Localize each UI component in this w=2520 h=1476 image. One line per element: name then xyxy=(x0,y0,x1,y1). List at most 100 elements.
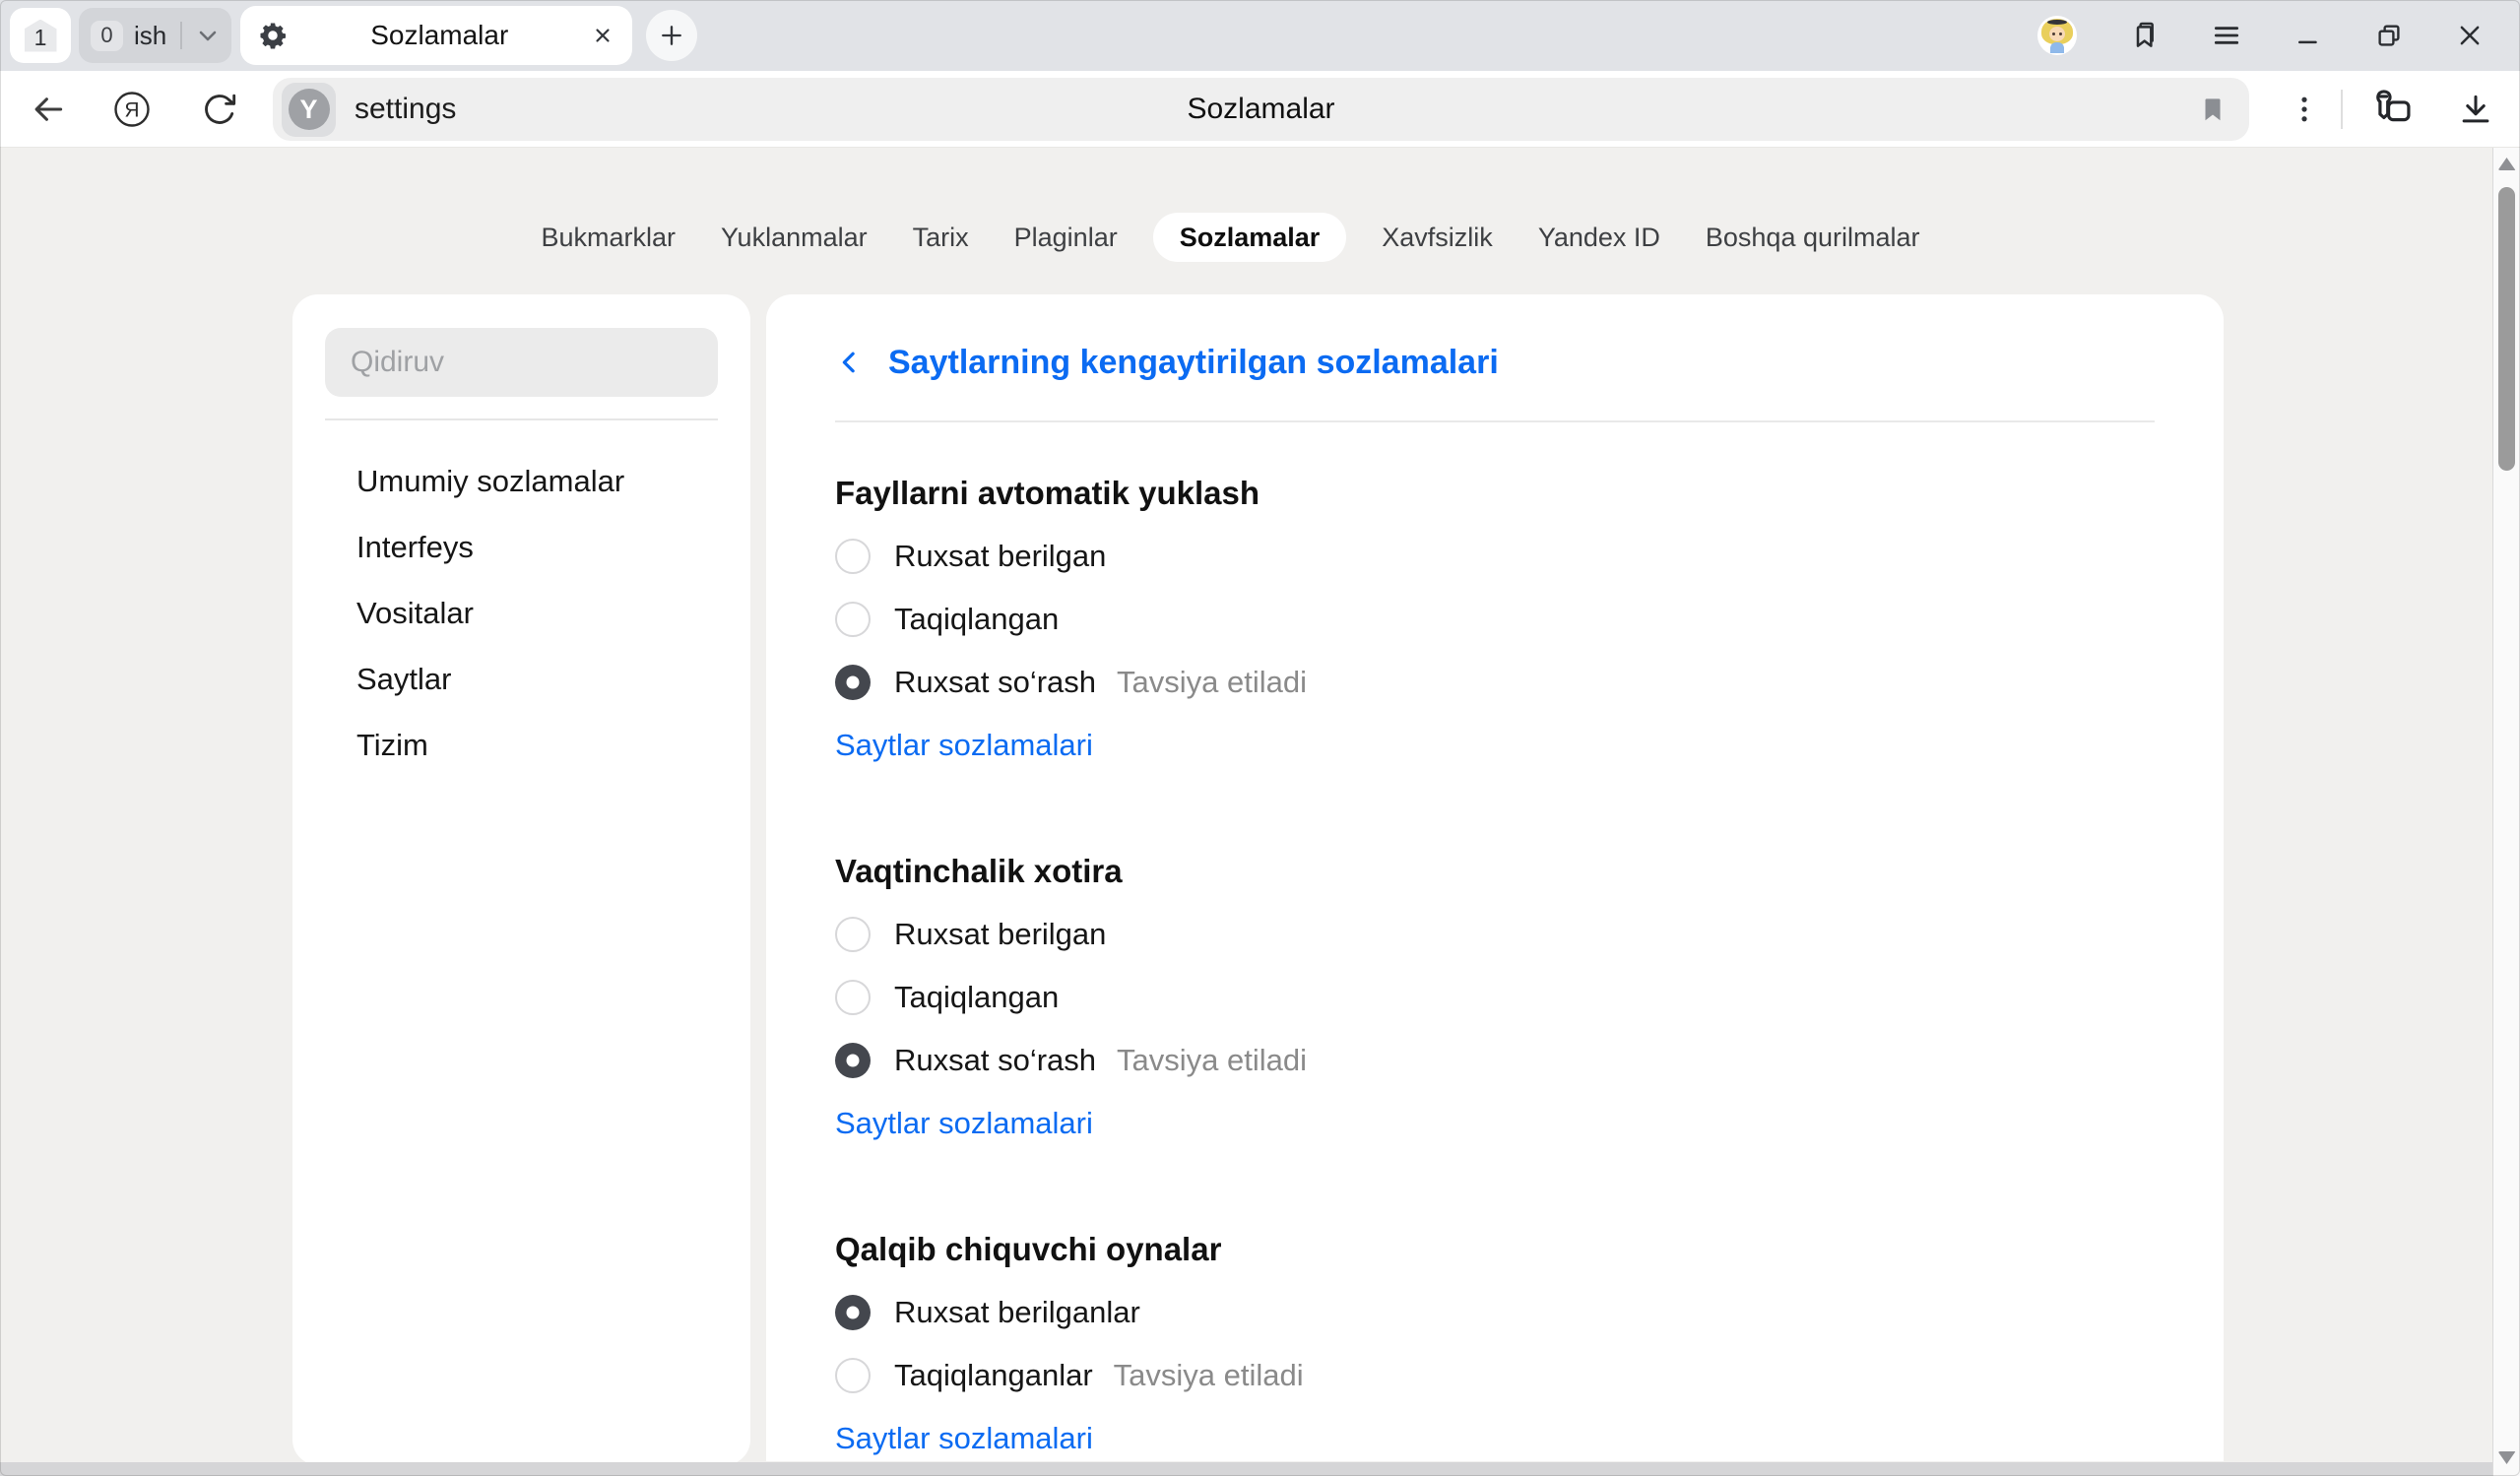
radio-button[interactable] xyxy=(835,917,871,952)
window-tab-counter[interactable]: 1 xyxy=(10,8,71,63)
radio-button[interactable] xyxy=(835,602,871,637)
new-tab-button[interactable] xyxy=(646,10,697,61)
downloads-icon[interactable] xyxy=(2457,91,2494,128)
profile-avatar[interactable] xyxy=(2037,16,2077,55)
scrollbar[interactable] xyxy=(2492,148,2520,1476)
main-header: Saytlarning kengaytirilgan sozlamalari xyxy=(835,341,2155,384)
bookmark-star-icon[interactable] xyxy=(2198,95,2228,124)
nav-tab-plaginlar[interactable]: Plaginlar xyxy=(1014,223,1118,253)
radio-label: Ruxsat so‘rash xyxy=(894,665,1096,700)
radio-row[interactable]: Ruxsat berilgan xyxy=(835,903,2155,966)
sidebar-item-label: Vositalar xyxy=(356,596,474,631)
radio-button[interactable] xyxy=(835,539,871,574)
nav-tab-sozlamalar[interactable]: Sozlamalar xyxy=(1153,213,1347,262)
url-text[interactable]: settings xyxy=(355,93,456,126)
tab-close-icon[interactable] xyxy=(591,24,614,47)
tab-group-separator xyxy=(180,22,182,49)
radio-row[interactable]: Ruxsat so‘rash Tavsiya etiladi xyxy=(835,1029,2155,1092)
sidebar-item-saytlar[interactable]: Saytlar xyxy=(325,646,718,712)
section-qalqib-chiquvchi-oynalar: Qalqib chiquvchi oynalar Ruxsat berilgan… xyxy=(835,1218,2155,1461)
section-title: Vaqtinchalik xotira xyxy=(835,853,1123,890)
yandex-logo-letter: Я xyxy=(124,98,139,121)
scroll-down-icon[interactable] xyxy=(2498,1451,2516,1464)
back-icon[interactable] xyxy=(30,91,67,128)
radio-label: Taqiqlangan xyxy=(894,980,1059,1015)
scroll-up-icon[interactable] xyxy=(2498,158,2516,170)
radio-row[interactable]: Ruxsat so‘rash Tavsiya etiladi xyxy=(835,651,2155,714)
radio-note: Tavsiya etiladi xyxy=(1117,665,1307,700)
site-settings-link[interactable]: Saytlar sozlamalari xyxy=(835,1106,1093,1141)
sidebar-item-tizim[interactable]: Tizim xyxy=(325,712,718,778)
bookmarks-panel-icon[interactable] xyxy=(2128,20,2160,51)
radio-label: Taqiqlanganlar xyxy=(894,1358,1093,1393)
tab-group-chip[interactable]: 0 ish xyxy=(79,8,231,63)
radio-label: Taqiqlangan xyxy=(894,602,1059,637)
section-vaqtinchalik-xotira: Vaqtinchalik xotira Ruxsat berilgan Taqi… xyxy=(835,840,2155,1155)
search-input[interactable] xyxy=(351,346,692,379)
nav-tab-yandex-id[interactable]: Yandex ID xyxy=(1538,223,1660,253)
minimize-icon[interactable] xyxy=(2294,21,2323,50)
radio-row[interactable]: Ruxsat berilgan xyxy=(835,525,2155,588)
sidebar-item-label: Umumiy sozlamalar xyxy=(356,464,624,499)
radio-button[interactable] xyxy=(835,980,871,1015)
reload-icon[interactable] xyxy=(202,92,237,127)
tab-strip-right-controls xyxy=(2037,16,2485,55)
radio-row[interactable]: Taqiqlangan xyxy=(835,966,2155,1029)
site-favicon-badge: Y xyxy=(282,83,336,137)
radio-note: Tavsiya etiladi xyxy=(1117,1043,1307,1078)
radio-label: Ruxsat berilgan xyxy=(894,539,1106,574)
password-manager-icon[interactable] xyxy=(2370,87,2416,132)
back-chevron-icon[interactable] xyxy=(835,348,865,377)
nav-tab-xavfsizlik[interactable]: Xavfsizlik xyxy=(1382,223,1493,253)
sidebar-divider xyxy=(325,418,718,420)
toolbar-separator xyxy=(2341,90,2343,129)
page-title[interactable]: Saytlarning kengaytirilgan sozlamalari xyxy=(888,344,1499,382)
yandex-logo-icon[interactable]: Я xyxy=(112,90,152,129)
more-options-icon[interactable] xyxy=(2292,93,2317,126)
tab-counter-value: 1 xyxy=(34,25,47,51)
sidebar-list: Umumiy sozlamalar Interfeys Vositalar Sa… xyxy=(325,448,718,778)
radio-label: Ruxsat berilganlar xyxy=(894,1295,1140,1330)
radio-button-selected[interactable] xyxy=(835,1043,871,1078)
sidebar-item-vositalar[interactable]: Vositalar xyxy=(325,580,718,646)
tab-group-label: ish xyxy=(134,21,166,51)
active-tab-title: Sozlamalar xyxy=(288,20,591,51)
toolbar-right-controls xyxy=(2292,71,2494,148)
radio-row[interactable]: Ruxsat berilganlar xyxy=(835,1281,2155,1344)
address-bar[interactable]: Y settings Sozlamalar xyxy=(273,78,2249,141)
nav-tab-bukmarklar[interactable]: Bukmarklar xyxy=(542,223,677,253)
scrollbar-thumb[interactable] xyxy=(2498,187,2515,471)
restore-icon[interactable] xyxy=(2374,21,2404,50)
tab-group-count: 0 xyxy=(100,23,112,48)
window-bottom-edge xyxy=(0,1462,2492,1476)
settings-sidebar: Umumiy sozlamalar Interfeys Vositalar Sa… xyxy=(292,294,750,1465)
chevron-down-icon[interactable] xyxy=(196,24,220,47)
section-title: Qalqib chiquvchi oynalar xyxy=(835,1231,1221,1268)
menu-icon[interactable] xyxy=(2211,20,2242,51)
sidebar-search[interactable] xyxy=(325,328,718,397)
sidebar-item-interfeys[interactable]: Interfeys xyxy=(325,514,718,580)
site-settings-link[interactable]: Saytlar sozlamalari xyxy=(835,728,1093,763)
active-tab[interactable]: Sozlamalar xyxy=(240,6,632,65)
site-settings-link[interactable]: Saytlar sozlamalari xyxy=(835,1421,1093,1456)
nav-tab-boshqa-qurilmalar[interactable]: Boshqa qurilmalar xyxy=(1706,223,1920,253)
radio-button-selected[interactable] xyxy=(835,1295,871,1330)
sidebar-item-umumiy-sozlamalar[interactable]: Umumiy sozlamalar xyxy=(325,448,718,514)
tab-group-count-badge: 0 xyxy=(91,21,123,51)
sidebar-item-label: Saytlar xyxy=(356,662,451,697)
browser-toolbar: Я Y settings Sozlamalar xyxy=(0,71,2520,148)
gear-icon xyxy=(258,21,288,50)
radio-note: Tavsiya etiladi xyxy=(1114,1358,1304,1393)
radio-label: Ruxsat berilgan xyxy=(894,917,1106,952)
close-window-icon[interactable] xyxy=(2455,21,2485,50)
nav-tab-yuklanmalar[interactable]: Yuklanmalar xyxy=(721,223,868,253)
radio-label: Ruxsat so‘rash xyxy=(894,1043,1096,1078)
radio-button-selected[interactable] xyxy=(835,665,871,700)
radio-button[interactable] xyxy=(835,1358,871,1393)
radio-row[interactable]: Taqiqlanganlar Tavsiya etiladi xyxy=(835,1344,2155,1407)
site-favicon-letter: Y xyxy=(289,89,330,130)
section-title: Fayllarni avtomatik yuklash xyxy=(835,475,1260,512)
radio-row[interactable]: Taqiqlangan xyxy=(835,588,2155,651)
sidebar-item-label: Tizim xyxy=(356,728,428,763)
nav-tab-tarix[interactable]: Tarix xyxy=(913,223,969,253)
